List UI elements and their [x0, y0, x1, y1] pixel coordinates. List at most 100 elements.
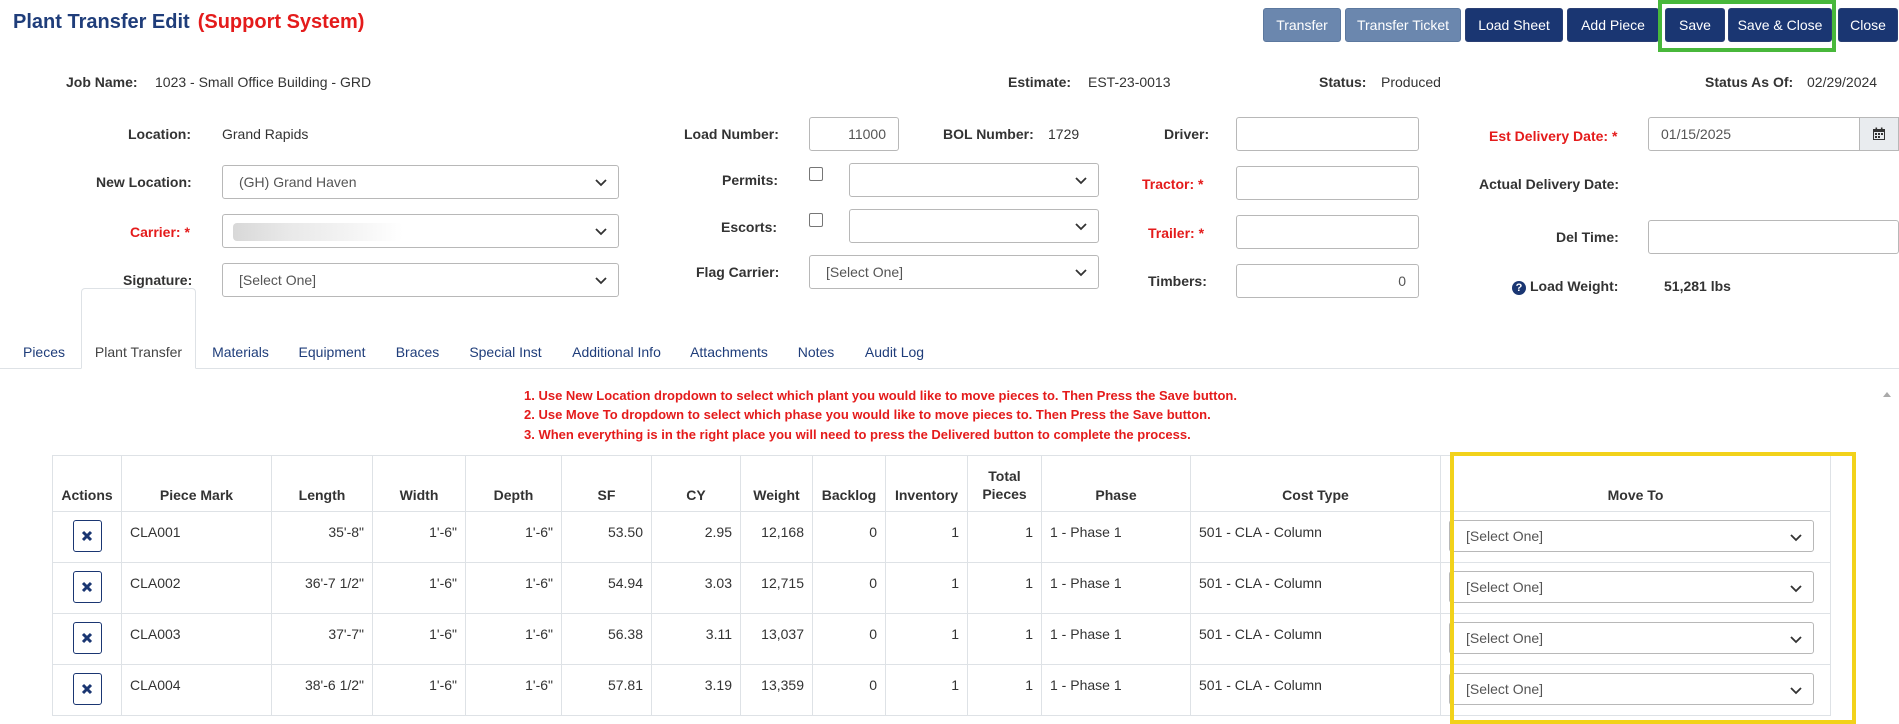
- chevron-down-icon: [595, 277, 607, 285]
- tab-plant-transfer[interactable]: Plant Transfer: [81, 288, 196, 369]
- page-subtitle: (Support System): [197, 11, 365, 33]
- bol-number-value: 1729: [1048, 126, 1080, 142]
- load-weight-label: ? Load Weight:: [1512, 278, 1618, 295]
- piece-mark-cell: CLA003: [121, 613, 272, 665]
- close-button[interactable]: Close: [1838, 8, 1898, 42]
- width-cell: 1'-6": [372, 511, 466, 563]
- scroll-up-icon[interactable]: [1883, 390, 1891, 398]
- driver-label: Driver:: [1164, 126, 1210, 142]
- tractor-label: Tractor: *: [1142, 176, 1203, 192]
- remove-x-icon: [81, 632, 93, 644]
- phase-cell: 1 - Phase 1: [1041, 562, 1191, 614]
- tab-equipment[interactable]: Equipment: [289, 334, 375, 369]
- instruction-3: 3. When everything is in the right place…: [524, 427, 1191, 442]
- job-name-label: Job Name:: [66, 74, 138, 90]
- tab-additional-info[interactable]: Additional Info: [562, 334, 671, 369]
- carrier-select[interactable]: [222, 214, 619, 248]
- col-phase: Phase: [1041, 455, 1191, 512]
- remove-piece-button[interactable]: [72, 622, 102, 654]
- carrier-label: Carrier: *: [130, 224, 190, 240]
- location-value: Grand Rapids: [222, 126, 309, 142]
- status-value: Produced: [1381, 74, 1441, 90]
- permits-select[interactable]: [849, 163, 1099, 197]
- signature-selected: [Select One]: [239, 272, 317, 288]
- cy-cell: 3.19: [651, 664, 741, 716]
- length-cell: 35'-8": [271, 511, 373, 563]
- question-circle-icon[interactable]: ?: [1512, 281, 1526, 295]
- estimate-label: Estimate:: [1008, 74, 1072, 90]
- tab-audit-log[interactable]: Audit Log: [855, 334, 934, 369]
- job-name-value: 1023 - Small Office Building - GRD: [155, 74, 372, 90]
- sf-cell: 54.94: [561, 562, 652, 614]
- backlog-cell: 0: [812, 664, 886, 716]
- col-sf: SF: [561, 455, 652, 512]
- load-number-input[interactable]: 11000: [809, 117, 899, 151]
- escorts-select[interactable]: [849, 209, 1099, 243]
- actions-cell: [52, 511, 122, 563]
- chevron-down-icon: [1075, 223, 1087, 231]
- trailer-input[interactable]: [1236, 215, 1419, 249]
- signature-label: Signature:: [123, 272, 193, 288]
- new-location-select[interactable]: (GH) Grand Haven: [222, 165, 619, 199]
- add-piece-button[interactable]: Add Piece: [1567, 8, 1659, 42]
- est-delivery-input[interactable]: 01/15/2025: [1648, 117, 1860, 151]
- required-mark: *: [184, 224, 190, 240]
- sf-cell: 53.50: [561, 511, 652, 563]
- timbers-input[interactable]: 0: [1236, 264, 1419, 298]
- permits-checkbox[interactable]: [809, 167, 823, 181]
- phase-cell: 1 - Phase 1: [1041, 511, 1191, 563]
- weight-cell: 12,168: [740, 511, 813, 563]
- tractor-input[interactable]: [1236, 166, 1419, 200]
- weight-cell: 13,037: [740, 613, 813, 665]
- remove-piece-button[interactable]: [72, 673, 102, 705]
- cost-type-cell: 501 - CLA - Column: [1190, 613, 1441, 665]
- total-pieces-cell: 1: [967, 613, 1042, 665]
- est-delivery-label: Est Delivery Date: *: [1489, 128, 1617, 144]
- inventory-cell: 1: [885, 562, 968, 614]
- depth-cell: 1'-6": [465, 664, 562, 716]
- driver-input[interactable]: [1236, 117, 1419, 151]
- chevron-down-icon: [1075, 269, 1087, 277]
- col-cost-type: Cost Type: [1190, 455, 1441, 512]
- col-total-pieces: Total Pieces: [967, 455, 1042, 512]
- col-depth: Depth: [465, 455, 562, 512]
- sf-cell: 56.38: [561, 613, 652, 665]
- tab-materials[interactable]: Materials: [203, 334, 278, 369]
- del-time-input[interactable]: [1648, 220, 1899, 254]
- remove-piece-button[interactable]: [72, 520, 102, 552]
- weight-cell: 12,715: [740, 562, 813, 614]
- phase-cell: 1 - Phase 1: [1041, 613, 1191, 665]
- tab-underline: [0, 368, 1899, 369]
- actual-delivery-label: Actual Delivery Date:: [1479, 176, 1620, 192]
- status-as-of-label: Status As Of:: [1705, 74, 1794, 90]
- remove-piece-button[interactable]: [72, 571, 102, 603]
- page-title-text: Plant Transfer Edit: [13, 11, 190, 33]
- flag-carrier-label: Flag Carrier:: [696, 264, 780, 280]
- transfer-button[interactable]: Transfer: [1263, 8, 1341, 42]
- tab-braces[interactable]: Braces: [385, 334, 450, 369]
- tractor-label-text: Tractor:: [1142, 176, 1195, 192]
- escorts-checkbox[interactable]: [809, 213, 823, 227]
- timbers-label: Timbers:: [1148, 273, 1207, 289]
- page-title: Plant Transfer Edit (Support System): [13, 11, 364, 34]
- col-width: Width: [372, 455, 466, 512]
- calendar-button[interactable]: [1860, 117, 1899, 151]
- load-sheet-button[interactable]: Load Sheet: [1465, 8, 1563, 42]
- col-inventory: Inventory: [885, 455, 968, 512]
- instruction-2: 2. Use Move To dropdown to select which …: [524, 407, 1211, 422]
- signature-select[interactable]: [Select One]: [222, 263, 619, 297]
- tab-pieces[interactable]: Pieces: [12, 334, 76, 369]
- load-number-label: Load Number:: [684, 126, 779, 142]
- tab-special-inst[interactable]: Special Inst: [461, 334, 550, 369]
- width-cell: 1'-6": [372, 664, 466, 716]
- inventory-cell: 1: [885, 511, 968, 563]
- new-location-selected: (GH) Grand Haven: [239, 174, 357, 190]
- tab-plant-transfer-label: Plant Transfer: [94, 343, 183, 360]
- calendar-icon: [1873, 127, 1885, 140]
- tab-notes[interactable]: Notes: [788, 334, 844, 369]
- chevron-down-icon: [1075, 177, 1087, 185]
- tab-attachments[interactable]: Attachments: [682, 334, 776, 369]
- flag-carrier-select[interactable]: [Select One]: [809, 255, 1099, 289]
- transfer-ticket-button[interactable]: Transfer Ticket: [1345, 8, 1461, 42]
- depth-cell: 1'-6": [465, 562, 562, 614]
